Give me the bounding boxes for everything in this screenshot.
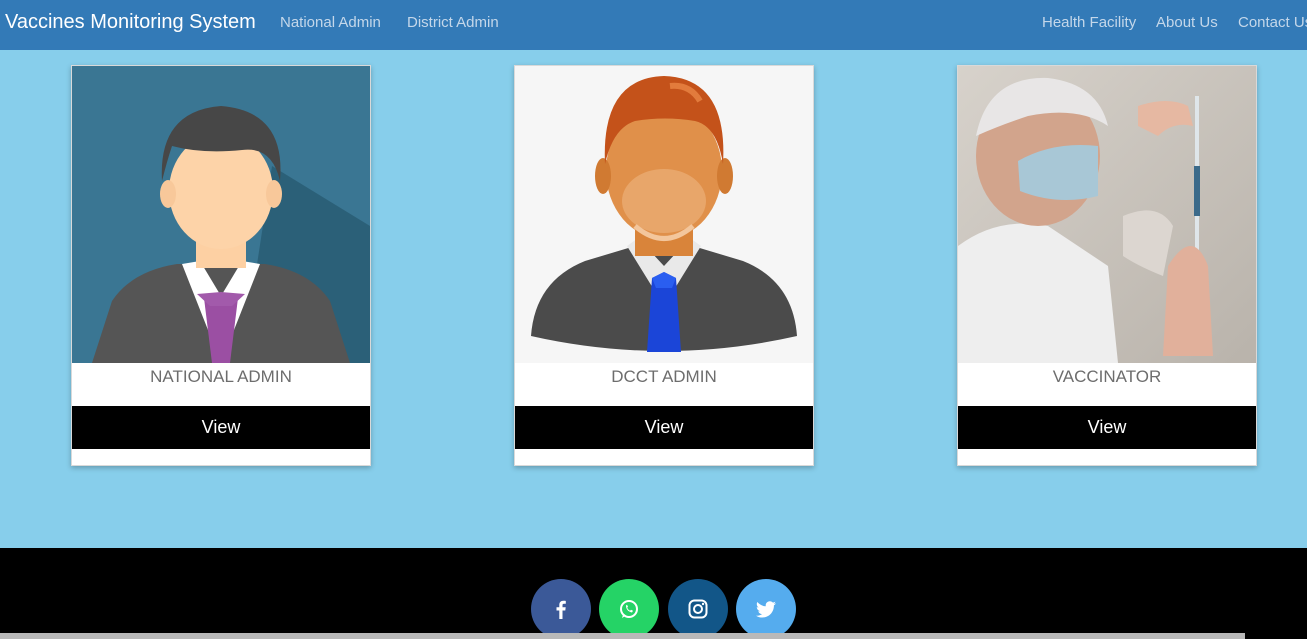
facebook-button[interactable]: [531, 579, 591, 639]
whatsapp-button[interactable]: [599, 579, 659, 639]
card-national-admin: NATIONAL ADMIN View: [71, 65, 371, 466]
footer: [0, 548, 1307, 639]
facebook-icon: [556, 600, 566, 619]
card-title: DCCT ADMIN: [611, 367, 717, 386]
nav-link-contact-us[interactable]: Contact Us: [1238, 14, 1307, 31]
whatsapp-icon: [620, 600, 638, 618]
horizontal-scrollbar[interactable]: [0, 633, 1245, 639]
nav-link-about-us[interactable]: About Us: [1156, 14, 1218, 31]
card-vaccinator: VACCINATOR View: [957, 65, 1257, 466]
card-title: VACCINATOR: [1052, 367, 1162, 386]
view-button-vaccinator[interactable]: View: [958, 406, 1256, 449]
nav-link-national-admin[interactable]: National Admin: [280, 14, 381, 31]
card-dcct-admin: DCCT ADMIN View: [514, 65, 814, 466]
brand-title[interactable]: Vaccines Monitoring System: [5, 11, 256, 34]
national-admin-image: [72, 66, 370, 363]
instagram-button[interactable]: [668, 579, 728, 639]
dcct-admin-image: [515, 66, 813, 363]
top-navbar: Vaccines Monitoring System National Admi…: [0, 0, 1307, 50]
card-title: NATIONAL ADMIN: [150, 367, 292, 386]
twitter-icon: [756, 601, 776, 618]
nav-link-health-facility[interactable]: Health Facility: [1042, 14, 1136, 31]
view-button-dcct-admin[interactable]: View: [515, 406, 813, 449]
instagram-icon: [688, 599, 708, 619]
vaccinator-image: [958, 66, 1256, 363]
nav-link-district-admin[interactable]: District Admin: [407, 14, 499, 31]
view-button-national-admin[interactable]: View: [72, 406, 370, 449]
twitter-button[interactable]: [736, 579, 796, 639]
